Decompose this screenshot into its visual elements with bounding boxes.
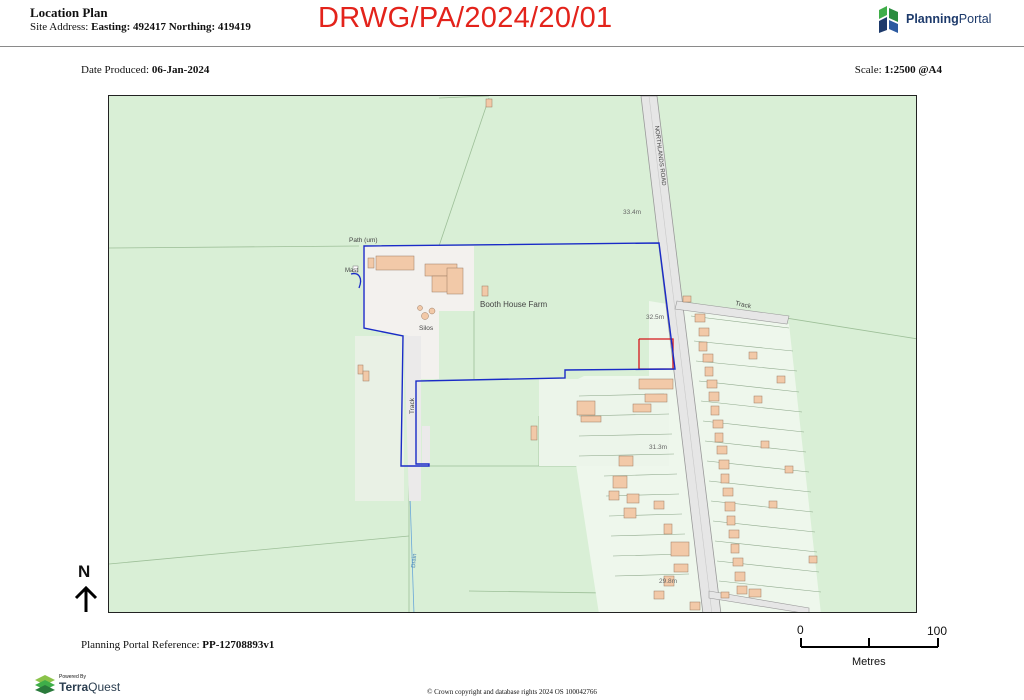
planning-portal-name: PlanningPortal bbox=[906, 12, 991, 26]
drawing-number: DRWG/PA/2024/20/01 bbox=[318, 2, 613, 34]
scalebar-start: 0 bbox=[797, 623, 804, 637]
planning-portal-reference: Planning Portal Reference: PP-12708893v1 bbox=[81, 639, 274, 651]
logo-name-regular: Portal bbox=[958, 12, 992, 26]
scale-value: 1:2500 @A4 bbox=[884, 64, 942, 76]
label-silos: Silos bbox=[419, 325, 434, 332]
header-divider bbox=[0, 46, 1024, 47]
copyright-notice: © Crown copyright and database rights 20… bbox=[427, 688, 597, 696]
label-height-3: 31.3m bbox=[649, 444, 667, 451]
map-svg: Path (um) Booth House Farm Silos Mast Tr… bbox=[109, 96, 916, 612]
site-address-label: Site Address: bbox=[30, 21, 89, 33]
date-label: Date Produced: bbox=[81, 64, 150, 76]
logo-name-bold: Planning bbox=[906, 12, 959, 26]
label-mast: Mast bbox=[345, 268, 358, 274]
label-path: Path (um) bbox=[349, 237, 378, 244]
north-label: N bbox=[78, 562, 91, 581]
scalebar-end: 100 bbox=[927, 624, 948, 638]
scalebar-unit: Metres bbox=[852, 656, 886, 668]
label-height-4: 29.8m bbox=[659, 578, 677, 585]
label-height-1: 33.4m bbox=[623, 209, 641, 216]
scale-info: Scale: 1:2500 @A4 bbox=[855, 64, 942, 76]
date-value: 06-Jan-2024 bbox=[151, 64, 210, 76]
scale-label: Scale: bbox=[854, 64, 882, 76]
date-produced: Date Produced: 06-Jan-2024 bbox=[81, 64, 209, 76]
reference-label: Planning Portal Reference: bbox=[81, 639, 200, 651]
document-title: Location Plan bbox=[30, 5, 108, 20]
reference-value: PP-12708893v1 bbox=[202, 639, 275, 651]
site-address-value: Easting: 492417 Northing: 419419 bbox=[91, 21, 251, 33]
label-height-2: 32.5m bbox=[646, 314, 664, 321]
site-address: Site Address: Easting: 492417 Northing: … bbox=[30, 21, 251, 33]
label-drain: Drain bbox=[411, 553, 418, 568]
north-arrow-icon bbox=[74, 585, 98, 612]
label-track-west: Track bbox=[409, 397, 416, 414]
label-farm: Booth House Farm bbox=[480, 300, 547, 309]
location-map[interactable]: Path (um) Booth House Farm Silos Mast Tr… bbox=[108, 95, 917, 613]
